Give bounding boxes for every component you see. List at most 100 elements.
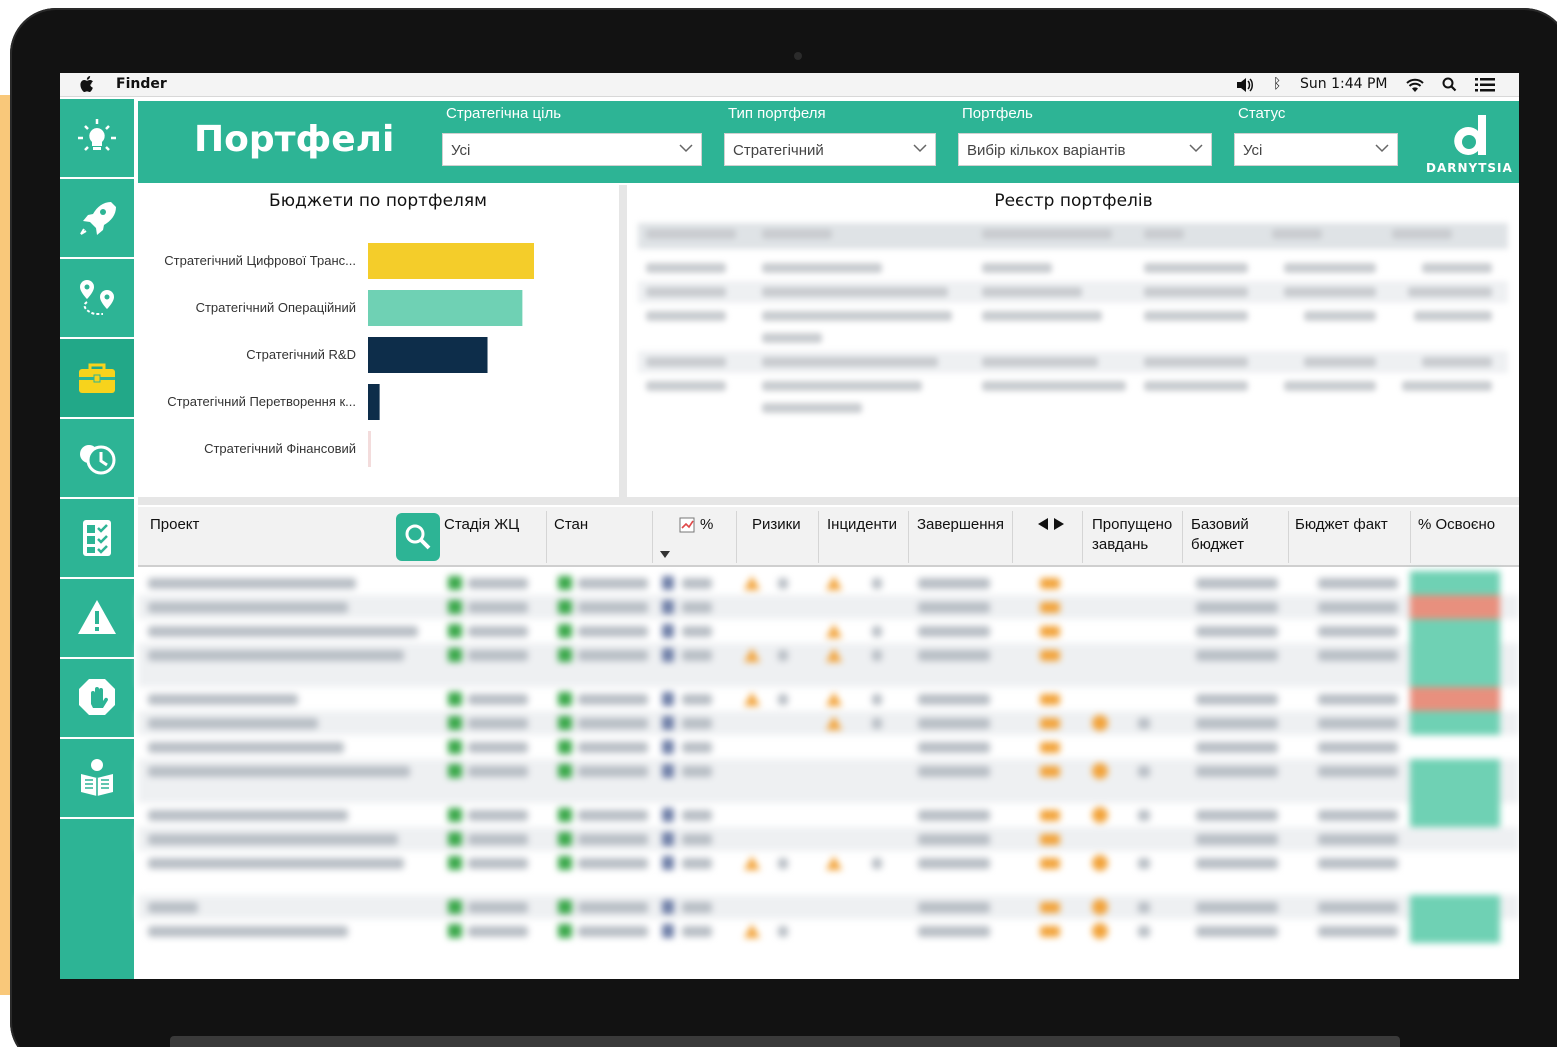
row-cell <box>448 692 462 706</box>
left-right-arrows-icon[interactable] <box>1036 517 1066 531</box>
bluetooth-icon[interactable]: ᛒ <box>1273 76 1281 92</box>
table-row[interactable] <box>138 687 1519 711</box>
registry-row <box>638 257 1508 279</box>
row-cell <box>448 856 462 870</box>
sidebar-item-portfolios[interactable] <box>60 339 134 419</box>
list-icon[interactable] <box>1475 78 1495 92</box>
table-row[interactable] <box>138 803 1519 827</box>
wifi-icon[interactable] <box>1405 77 1425 93</box>
row-cell <box>468 694 528 705</box>
table-row[interactable] <box>138 643 1519 687</box>
row-cell <box>826 716 842 730</box>
sidebar-item-issues[interactable] <box>60 659 134 739</box>
column-header-incidents[interactable]: Інциденти <box>827 515 897 535</box>
filter-label-status: Статус <box>1238 105 1286 122</box>
app-name[interactable]: Finder <box>116 76 167 92</box>
sidebar-item-roadmap[interactable] <box>60 259 134 339</box>
chart-bar[interactable] <box>368 384 380 420</box>
chart-category-label: Стратегічний Фінансовий <box>204 441 356 456</box>
chart-bar[interactable] <box>368 337 488 373</box>
apple-icon[interactable] <box>80 76 94 92</box>
registry-cell <box>1284 287 1376 297</box>
row-cell <box>918 742 990 753</box>
registry-cell <box>762 287 948 297</box>
table-row[interactable] <box>138 595 1519 619</box>
column-separator <box>1182 511 1183 563</box>
table-row[interactable] <box>138 895 1519 919</box>
row-cell <box>662 624 674 638</box>
table-row[interactable] <box>138 735 1519 759</box>
strategic-goal-value: Усі <box>451 142 471 159</box>
row-cell <box>578 626 648 637</box>
registry-header-row <box>638 223 1508 249</box>
row-cell <box>778 650 788 661</box>
registry-cell <box>646 311 726 321</box>
column-header-state[interactable]: Стан <box>554 515 588 535</box>
column-header-completion[interactable]: Завершення <box>917 515 1004 535</box>
row-cell <box>578 718 648 729</box>
column-separator <box>1012 511 1013 563</box>
table-row[interactable] <box>138 827 1519 851</box>
row-cell <box>1040 718 1060 729</box>
table-row[interactable] <box>138 571 1519 595</box>
sort-descending-icon[interactable] <box>660 551 670 559</box>
row-cell <box>468 578 528 589</box>
portfolio-dropdown[interactable]: Вибір кількох варіантів <box>958 133 1212 166</box>
row-cell <box>662 808 674 822</box>
row-cell <box>578 858 648 869</box>
row-cell <box>1196 626 1278 637</box>
sidebar-item-tasks[interactable] <box>60 499 134 579</box>
column-header-absorbed-percent[interactable]: % Освоєно <box>1418 515 1495 535</box>
portfolio-type-dropdown[interactable]: Стратегічний <box>724 133 936 166</box>
registry-title: Реєстр портфелів <box>994 191 1153 211</box>
spotlight-icon[interactable] <box>1442 77 1457 92</box>
column-header-actual-budget[interactable]: Бюджет факт <box>1295 515 1388 535</box>
column-header-risks[interactable]: Ризики <box>752 515 801 535</box>
column-separator <box>546 511 547 563</box>
sidebar-item-knowledge[interactable] <box>60 739 134 819</box>
registry-header-cell <box>1392 229 1452 239</box>
column-header-base-budget[interactable]: Базовий бюджет <box>1191 515 1249 555</box>
sidebar-item-launch[interactable] <box>60 179 134 259</box>
row-cell <box>148 718 318 729</box>
sidebar-item-risks[interactable] <box>60 579 134 659</box>
status-dropdown[interactable]: Усі <box>1234 133 1398 166</box>
row-cell <box>148 902 198 913</box>
registry-header-cell <box>1272 229 1322 239</box>
menu-clock[interactable]: Sun 1:44 PM <box>1300 76 1388 92</box>
chart-bar[interactable] <box>368 243 534 279</box>
row-cell <box>1196 718 1278 729</box>
row-cell <box>468 766 528 777</box>
status-value: Усі <box>1243 142 1263 159</box>
volume-icon[interactable] <box>1236 77 1254 93</box>
column-header-lifecycle-stage[interactable]: Стадія ЖЦ <box>444 515 519 535</box>
row-cell <box>826 576 842 590</box>
table-row[interactable] <box>138 851 1519 895</box>
column-separator <box>1410 511 1411 563</box>
row-cell <box>558 692 572 706</box>
checklist-icon <box>83 520 111 556</box>
row-cell <box>1138 810 1150 821</box>
sidebar-item-ideas[interactable] <box>60 99 134 179</box>
row-cell <box>744 648 760 662</box>
row-cell <box>682 602 712 613</box>
row-cell <box>558 648 572 662</box>
chart-bar[interactable] <box>368 431 371 467</box>
column-header-percent[interactable]: % <box>700 515 713 535</box>
budget-chart-panel: Бюджети по портфелям Стратегічний Цифров… <box>138 185 618 497</box>
table-row[interactable] <box>138 759 1519 803</box>
column-header-project[interactable]: Проект <box>150 515 199 535</box>
table-row[interactable] <box>138 619 1519 643</box>
table-row[interactable] <box>138 711 1519 735</box>
table-row[interactable] <box>138 919 1519 943</box>
column-header-missed-tasks[interactable]: Пропущено завдань <box>1092 515 1172 555</box>
registry-cell <box>1304 357 1376 367</box>
strategic-goal-dropdown[interactable]: Усі <box>442 133 702 166</box>
registry-header-cell <box>646 229 736 239</box>
row-cell <box>1318 602 1398 613</box>
row-cell <box>1318 926 1398 937</box>
sidebar-item-timeline[interactable] <box>60 419 134 499</box>
chart-bar[interactable] <box>368 290 523 326</box>
search-button[interactable] <box>396 513 440 561</box>
row-cell <box>448 624 462 638</box>
